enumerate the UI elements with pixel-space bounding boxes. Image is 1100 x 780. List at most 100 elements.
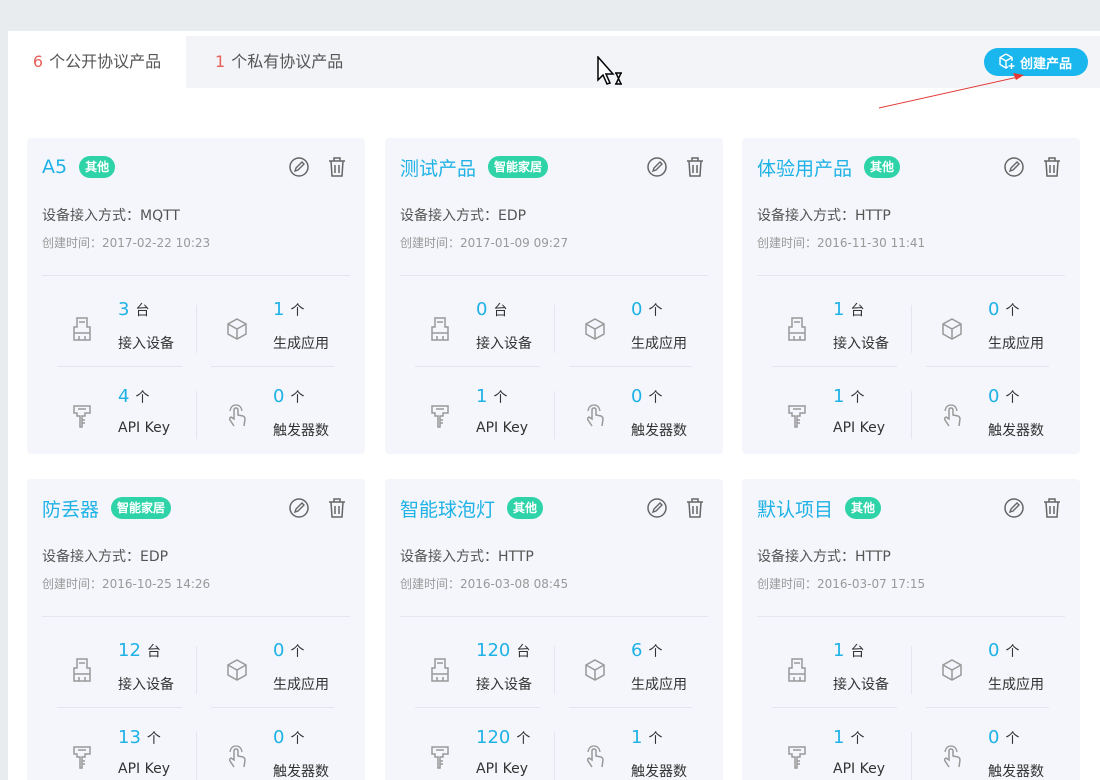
created-value: 2016-03-08 08:45 <box>460 577 569 591</box>
protocol-label: 设备接入方式： <box>757 208 855 224</box>
stat-number: 0 <box>476 299 488 320</box>
protocol-label: 设备接入方式： <box>42 208 140 224</box>
protocol-label: 设备接入方式： <box>400 549 498 565</box>
protocol-value: HTTP <box>855 549 891 565</box>
product-card[interactable]: 默认项目 其他 设备接入方式：HTTP 创建时间：2016-03-07 17:15 1 台… <box>742 479 1080 780</box>
product-card[interactable]: A5 其他 设备接入方式：MQTT 创建时间：2017-02-22 10:23 3 台接入… <box>27 138 365 454</box>
protocol-label: 设备接入方式： <box>757 549 855 565</box>
edit-icon[interactable] <box>1003 497 1027 521</box>
stat-value: 0个 <box>273 640 304 661</box>
edit-icon[interactable] <box>1003 156 1027 180</box>
stat-unit: 台 <box>135 303 150 319</box>
stat-devices: 0 台接入设备 <box>400 293 554 377</box>
stat-value: 1个 <box>476 386 507 407</box>
category-badge: 其他 <box>79 156 116 178</box>
stat-row-separator <box>772 366 897 367</box>
product-name[interactable]: 测试产品 <box>400 154 476 181</box>
delete-icon[interactable] <box>684 156 708 180</box>
protocol-label: 设备接入方式： <box>42 549 140 565</box>
protocol-field: 设备接入方式：HTTP <box>757 546 891 566</box>
stat-row-separator <box>57 707 182 708</box>
stat-number: 120 <box>476 640 511 661</box>
created-value: 2017-02-22 10:23 <box>102 236 211 250</box>
category-badge: 智能家居 <box>488 156 549 178</box>
delete-icon[interactable] <box>1041 156 1065 180</box>
stat-value: 6个 <box>631 640 662 661</box>
product-card[interactable]: 体验用产品 其他 设备接入方式：HTTP 创建时间：2016-11-30 11:41 1… <box>742 138 1080 454</box>
tab-public-products[interactable]: 6 个公开协议产品 <box>8 31 186 88</box>
stat-triggers: 0 个触发器数 <box>912 721 1066 780</box>
created-label: 创建时间： <box>757 577 818 591</box>
create-product-button[interactable]: 创建产品 <box>984 48 1088 76</box>
stat-value: 1个 <box>833 386 864 407</box>
stat-triggers: 0 个触发器数 <box>555 380 709 464</box>
delete-icon[interactable] <box>326 497 350 521</box>
product-card[interactable]: 测试产品 智能家居 设备接入方式：EDP 创建时间：2017-01-09 09:27 0… <box>385 138 723 454</box>
apikeys-icon <box>785 743 809 771</box>
stat-value: 12 台 <box>118 640 161 661</box>
stat-number: 0 <box>988 640 1000 661</box>
edit-icon[interactable] <box>288 156 312 180</box>
category-badge: 其他 <box>845 497 882 519</box>
stat-number: 3 <box>118 299 130 320</box>
stat-unit: 个 <box>1005 303 1020 319</box>
stat-apikeys: 1 个 API Key <box>757 380 911 464</box>
stat-value: 120 个 <box>476 727 530 748</box>
product-name[interactable]: 智能球泡灯 <box>400 495 495 522</box>
created-label: 创建时间： <box>42 577 103 591</box>
stat-number: 1 <box>833 640 845 661</box>
stat-unit: 个 <box>290 390 305 406</box>
product-name[interactable]: 防丢器 <box>42 495 99 522</box>
apps-icon <box>940 656 964 684</box>
stat-value: 0个 <box>988 640 1019 661</box>
created-label: 创建时间： <box>400 236 461 250</box>
stat-row-separator <box>211 366 334 367</box>
stat-separator <box>196 646 197 694</box>
stat-value: 0个 <box>988 727 1019 748</box>
mouse-cursor-icon <box>597 56 622 85</box>
stat-number: 0 <box>273 640 285 661</box>
edit-icon[interactable] <box>288 497 312 521</box>
stat-number: 0 <box>988 299 1000 320</box>
delete-icon[interactable] <box>684 497 708 521</box>
stat-label: 接入设备 <box>476 677 532 693</box>
delete-icon[interactable] <box>326 156 350 180</box>
card-actions <box>274 497 350 521</box>
created-value: 2016-11-30 11:41 <box>817 236 926 250</box>
stat-apikeys: 4 个 API Key <box>42 380 196 464</box>
tab-private-count: 1 <box>215 52 226 71</box>
stat-unit: 个 <box>850 731 865 747</box>
delete-icon[interactable] <box>1041 497 1065 521</box>
stat-number: 6 <box>631 640 643 661</box>
stat-unit: 个 <box>1005 644 1020 660</box>
protocol-value: EDP <box>140 549 169 565</box>
edit-icon[interactable] <box>646 497 670 521</box>
product-card[interactable]: 智能球泡灯 其他 设备接入方式：HTTP 创建时间：2016-03-08 08:45 1… <box>385 479 723 780</box>
product-card[interactable]: 防丢器 智能家居 设备接入方式：EDP 创建时间：2016-10-25 14:26 12… <box>27 479 365 780</box>
tab-private-products[interactable]: 1 个私有协议产品 <box>215 31 343 88</box>
card-actions <box>274 156 350 180</box>
stat-label: 生成应用 <box>988 336 1044 352</box>
protocol-value: HTTP <box>855 208 891 224</box>
protocol-value: EDP <box>498 208 527 224</box>
stat-row-separator <box>926 707 1049 708</box>
stat-row-separator <box>57 366 182 367</box>
product-name[interactable]: A5 <box>42 156 67 178</box>
stat-value: 0个 <box>273 386 304 407</box>
stat-separator <box>196 732 197 780</box>
devices-icon <box>428 315 452 343</box>
stat-devices: 12 台接入设备 <box>42 634 196 718</box>
product-name[interactable]: 体验用产品 <box>757 154 852 181</box>
stat-separator <box>554 732 555 780</box>
created-field: 创建时间：2017-01-09 09:27 <box>400 234 568 251</box>
edit-icon[interactable] <box>646 156 670 180</box>
stat-number: 12 <box>118 640 141 661</box>
stat-apikeys: 13 个 API Key <box>42 721 196 780</box>
stat-row-separator <box>211 707 334 708</box>
stat-number: 0 <box>631 386 643 407</box>
stat-number: 0 <box>988 386 1000 407</box>
product-name[interactable]: 默认项目 <box>757 495 833 522</box>
tab-public-label: 个公开协议产品 <box>49 52 162 71</box>
apps-icon <box>583 656 607 684</box>
stat-unit: 个 <box>850 390 865 406</box>
